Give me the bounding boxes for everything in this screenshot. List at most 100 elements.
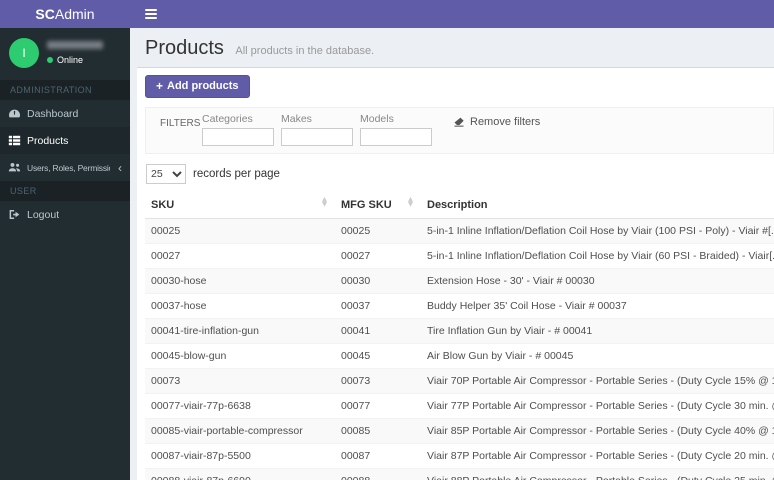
mfg-sku-cell: 00045	[335, 343, 421, 369]
table-row: 00087-viair-87p-5500 00087 Viair 87P Porta…	[145, 443, 774, 469]
table-row: 00077-viair-77p-6638 00077 Viair 77P Porta…	[145, 393, 774, 419]
logout-icon	[8, 208, 21, 221]
sku-cell: 00088-viair-87p-6690	[145, 468, 335, 480]
filters-label: FILTERS	[160, 118, 201, 129]
sku-cell: 00087-viair-87p-5500	[145, 443, 335, 469]
mfg-sku-cell: 00030	[335, 268, 421, 294]
description-cell: Viair 87P Portable Air Compressor - Port…	[421, 443, 774, 469]
sku-cell: 00041-tire-inflation-gun	[145, 318, 335, 344]
navbar	[130, 0, 774, 28]
users-icon	[8, 161, 21, 174]
makes-filter: Makes	[281, 113, 353, 146]
column-header-description: Description	[421, 192, 774, 219]
dashboard-icon	[8, 107, 21, 120]
products-table-body: 00025 00025 5-in-1 Inline Inflation/Deflat…	[145, 218, 774, 480]
sidebar-item-label: Dashboard	[27, 107, 79, 120]
sku-cell: 00027	[145, 243, 335, 269]
models-filter: Models	[360, 113, 432, 146]
records-per-page-select[interactable]: 25	[146, 164, 186, 184]
sku-cell: 00045-blow-gun	[145, 343, 335, 369]
sidebar-section-administration: ADMINISTRATION	[0, 80, 130, 100]
table-row: 00027 00027 5-in-1 Inline Inflation/Deflat…	[145, 243, 774, 269]
description-cell: Buddy Helper 35' Coil Hose - Viair # 000…	[421, 293, 774, 319]
app-window: SC Admin I Online ADMINISTRATION Dashboa…	[0, 0, 774, 480]
mfg-sku-cell: 00085	[335, 418, 421, 444]
description-cell: Viair 70P Portable Air Compressor - Port…	[421, 368, 774, 394]
sidebar: I Online ADMINISTRATION Dashboard Produc…	[0, 28, 130, 480]
table-row: 00085-viair-portable-compressor 00085 Viai…	[145, 418, 774, 444]
description-cell: Viair 88P Portable Air Compressor - Port…	[421, 468, 774, 480]
remove-filters-label: Remove filters	[470, 116, 541, 128]
mfg-sku-cell: 00087	[335, 443, 421, 469]
categories-filter: Categories	[202, 113, 274, 146]
brand-logo-bold: SC	[35, 6, 55, 22]
content-area: Products All products in the database. +…	[130, 28, 774, 480]
sidebar-item-users-roles-permissions[interactable]: Users, Roles, Permissions ‹	[0, 154, 130, 181]
sku-cell: 00025	[145, 218, 335, 244]
mfg-sku-cell: 00025	[335, 218, 421, 244]
page-subtitle: All products in the database.	[235, 45, 375, 57]
sidebar-item-label: Products	[27, 134, 69, 147]
content-header: Products All products in the database.	[130, 28, 774, 67]
table-row: 00041-tire-inflation-gun 00041 Tire Inflat…	[145, 318, 774, 344]
sku-cell: 00073	[145, 368, 335, 394]
models-filter-label: Models	[360, 113, 394, 125]
makes-filter-label: Makes	[281, 113, 312, 125]
column-header-sku[interactable]: SKU ▲ ▼	[145, 192, 335, 219]
sort-icon: ▲ ▼	[408, 195, 413, 208]
description-cell: Air Blow Gun by Viair - # 00045	[421, 343, 774, 369]
models-filter-input[interactable]	[360, 128, 432, 146]
products-card: + Add products FILTERS Categories Makes …	[137, 67, 774, 480]
add-products-label: Add products	[167, 80, 239, 92]
online-status-label: Online	[57, 55, 84, 65]
description-cell: Viair 85P Portable Air Compressor - Port…	[421, 418, 774, 444]
table-row: 00030-hose 00030 Extension Hose - 30' - Vi…	[145, 268, 774, 294]
description-cell: Viair 77P Portable Air Compressor - Port…	[421, 393, 774, 419]
chevron-left-icon: ‹	[118, 160, 122, 175]
sidebar-section-user: USER	[0, 181, 130, 201]
table-row: 00025 00025 5-in-1 Inline Inflation/Deflat…	[145, 218, 774, 244]
mfg-sku-cell: 00088	[335, 468, 421, 480]
eraser-icon	[454, 117, 464, 127]
sku-cell: 00030-hose	[145, 268, 335, 294]
table-row: 00037-hose 00037 Buddy Helper 35' Coil Hos…	[145, 293, 774, 319]
sku-cell: 00077-viair-77p-6638	[145, 393, 335, 419]
hamburger-icon	[145, 9, 157, 11]
products-table: SKU ▲ ▼ MFG SKU ▲ ▼ Description 00025 00…	[145, 192, 774, 480]
categories-filter-input[interactable]	[202, 128, 274, 146]
top-navbar: SC Admin	[0, 0, 774, 28]
column-header-mfg-sku[interactable]: MFG SKU ▲ ▼	[335, 192, 421, 219]
description-cell: Extension Hose - 30' - Viair # 00030	[421, 268, 774, 294]
page-title: Products	[145, 37, 224, 59]
mfg-sku-cell: 00037	[335, 293, 421, 319]
sidebar-item-products[interactable]: Products	[0, 127, 130, 154]
products-list-icon	[8, 134, 21, 147]
user-name-redacted	[47, 41, 103, 49]
sort-icon: ▲ ▼	[322, 195, 327, 208]
avatar: I	[9, 38, 39, 68]
sidebar-item-logout[interactable]: Logout	[0, 201, 130, 228]
remove-filters-button[interactable]: Remove filters	[453, 116, 540, 128]
description-cell: Tire Inflation Gun by Viair - # 00041	[421, 318, 774, 344]
mfg-sku-cell: 00027	[335, 243, 421, 269]
online-status-icon	[47, 57, 53, 63]
sidebar-item-label: Users, Roles, Permissions	[27, 162, 110, 173]
mfg-sku-cell: 00077	[335, 393, 421, 419]
sku-cell: 00037-hose	[145, 293, 335, 319]
table-row: 00073 00073 Viair 70P Portable Air Compres…	[145, 368, 774, 394]
mfg-sku-cell: 00041	[335, 318, 421, 344]
makes-filter-input[interactable]	[281, 128, 353, 146]
description-cell: 5-in-1 Inline Inflation/Deflation Coil H…	[421, 243, 774, 269]
sidebar-item-label: Logout	[27, 208, 60, 221]
description-cell: 5-in-1 Inline Inflation/Deflation Coil H…	[421, 218, 774, 244]
brand-logo[interactable]: SC Admin	[0, 0, 130, 28]
brand-logo-rest: Admin	[54, 6, 95, 22]
plus-icon: +	[156, 79, 164, 93]
user-panel: I Online	[0, 28, 130, 80]
sidebar-item-dashboard[interactable]: Dashboard	[0, 100, 130, 127]
records-per-page-label: records per page	[193, 168, 280, 180]
sku-cell: 00085-viair-portable-compressor	[145, 418, 335, 444]
add-products-button[interactable]: + Add products	[145, 75, 250, 98]
filters-panel: FILTERS Categories Makes Models Remove f…	[145, 107, 774, 154]
sidebar-toggle-button[interactable]	[141, 5, 161, 23]
